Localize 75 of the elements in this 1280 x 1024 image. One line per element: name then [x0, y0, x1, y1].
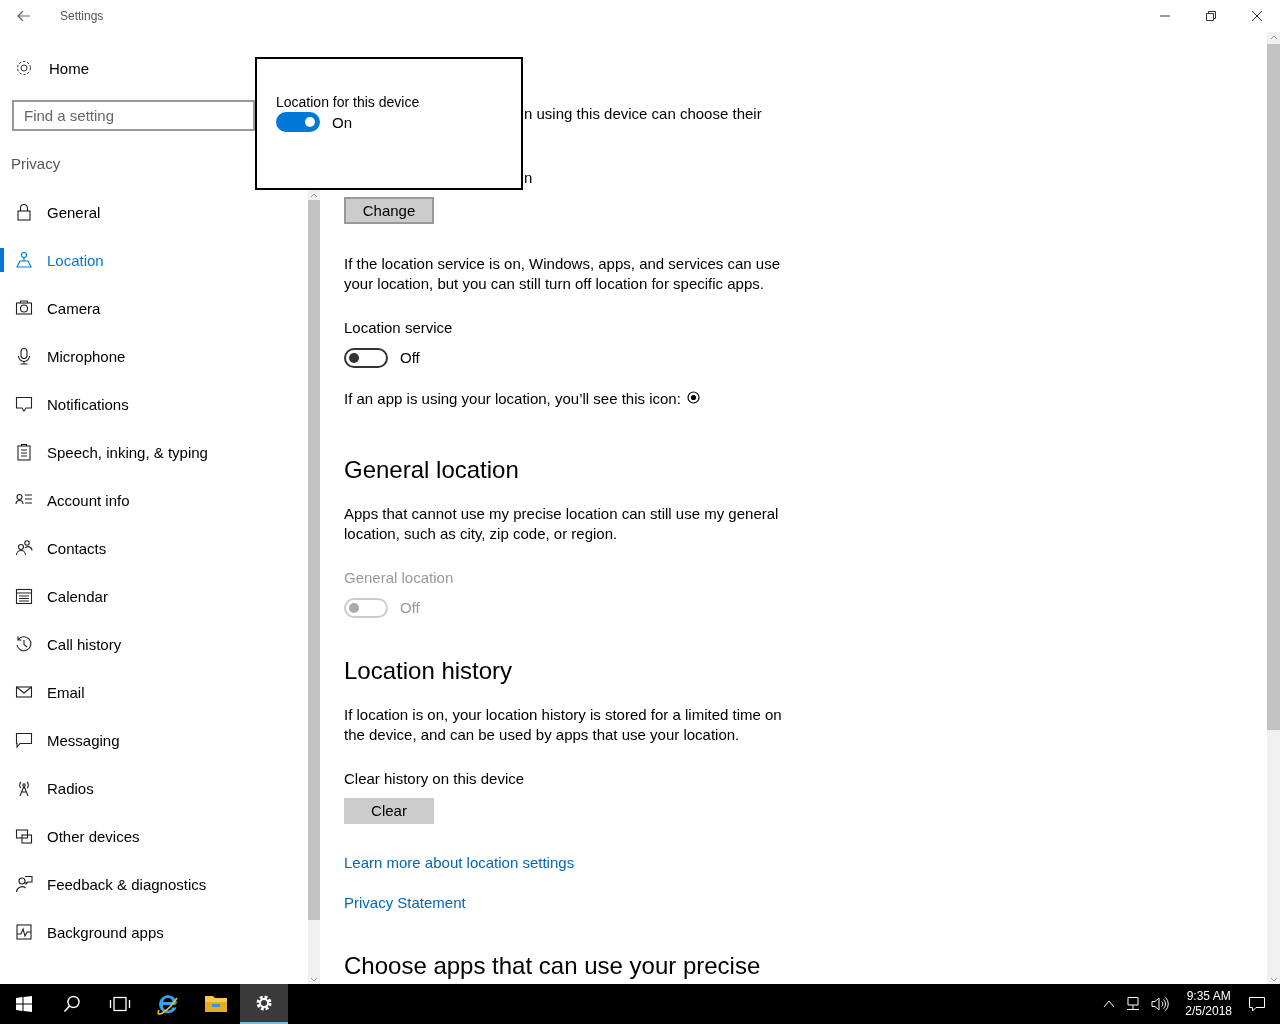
- task-view-icon: [109, 996, 131, 1012]
- description-text: If the location service is on, Windows, apps, and services can use your location, but you can still turn off location for specific apps.: [344, 253, 782, 294]
- clock-time: 9:35 AM: [1186, 989, 1231, 1004]
- location-dot-icon: [686, 390, 700, 404]
- section-label: Privacy: [11, 154, 61, 174]
- setting-label: General location: [344, 567, 454, 588]
- sidebar-item[interactable]: Other devices: [0, 812, 280, 860]
- clock-date: 2/5/2018: [1185, 1004, 1232, 1019]
- toggle-state: On: [332, 113, 352, 131]
- close-icon[interactable]: [1251, 10, 1263, 22]
- setting-label: Clear history on this device: [344, 768, 525, 789]
- section-heading: Location history: [344, 655, 513, 686]
- sidebar-item[interactable]: Background apps: [0, 908, 280, 956]
- toggle-state: Off: [400, 349, 420, 367]
- chart-icon: [15, 923, 33, 941]
- devices-icon: [15, 827, 33, 845]
- notification-icon[interactable]: [1248, 996, 1266, 1012]
- sidebar-item[interactable]: Radios: [0, 764, 280, 812]
- link[interactable]: Privacy Statement: [344, 893, 466, 913]
- toggle-switch[interactable]: [344, 347, 388, 368]
- speech-bubble-icon: [15, 395, 33, 413]
- chat-icon: [15, 731, 33, 749]
- microphone-icon: [15, 347, 33, 365]
- clock-icon: [15, 635, 33, 653]
- browser-e-icon: [156, 992, 180, 1016]
- setting-label: Location service: [344, 317, 453, 338]
- restore-icon[interactable]: [1205, 10, 1217, 22]
- home-link[interactable]: Home: [15, 58, 89, 78]
- sidebar-item[interactable]: Calendar: [0, 572, 280, 620]
- text-fragment: n: [524, 168, 533, 188]
- sidebar-item[interactable]: Microphone: [0, 332, 280, 380]
- change-button[interactable]: Change: [344, 197, 434, 224]
- sidebar-item[interactable]: Notifications: [0, 380, 280, 428]
- link[interactable]: Learn more about location settings: [344, 853, 575, 873]
- description-text: Apps that cannot use my precise location can still use my general location, such as city, zip code, or region.: [344, 503, 780, 544]
- sidebar-item[interactable]: Contacts: [0, 524, 280, 572]
- section-heading: Choose apps that can use your precise: [344, 951, 761, 981]
- sidebar-item[interactable]: Location: [0, 236, 280, 284]
- sidebar-item[interactable]: Speech, inking, & typing: [0, 428, 280, 476]
- people-icon: [15, 539, 33, 557]
- search-icon: [63, 995, 81, 1013]
- sidebar-item[interactable]: Camera: [0, 284, 280, 332]
- windows-logo-icon: [16, 996, 32, 1012]
- sidebar-item[interactable]: Email: [0, 668, 280, 716]
- envelope-icon: [15, 683, 33, 701]
- calendar-icon: [15, 587, 33, 605]
- search-field[interactable]: Find a setting: [12, 100, 255, 131]
- clock[interactable]: 9:35 AM 2/5/2018: [1185, 989, 1232, 1019]
- person-pin-icon: [15, 251, 33, 269]
- setting-label: Location for this device: [276, 93, 421, 112]
- speaker-icon[interactable]: [1151, 996, 1170, 1012]
- gear-icon: [15, 59, 33, 77]
- clear-button[interactable]: Clear: [344, 797, 434, 824]
- toggle-switch[interactable]: [276, 112, 320, 132]
- sidebar-item[interactable]: Account info: [0, 476, 280, 524]
- sidebar-item[interactable]: Messaging: [0, 716, 280, 764]
- sidebar-item[interactable]: Feedback & diagnostics: [0, 860, 280, 908]
- feedback-icon: [15, 875, 33, 893]
- sidebar-item[interactable]: General: [0, 188, 280, 236]
- window-title: Settings: [60, 9, 104, 23]
- gear-icon: [254, 993, 274, 1013]
- clipboard-icon: [15, 443, 33, 461]
- toggle-state: Off: [400, 599, 420, 617]
- text-fragment: n using this device can choose their: [524, 104, 762, 124]
- description-text: If location is on, your location history is stored for a limited time on the device, and can be used by apps that use your location.: [344, 704, 783, 745]
- note-text: If an app is using your location, you’ll see this icon:: [344, 388, 681, 409]
- back-icon[interactable]: [17, 10, 31, 22]
- chevron-up-icon[interactable]: [1103, 1000, 1116, 1008]
- folder-icon: [204, 994, 228, 1014]
- lock-icon: [15, 203, 33, 221]
- camera-icon: [15, 299, 33, 317]
- taskbar-settings-button[interactable]: [240, 984, 288, 1024]
- network-icon[interactable]: [1125, 996, 1142, 1012]
- section-heading: General location: [344, 454, 519, 485]
- sidebar-item[interactable]: Call history: [0, 620, 280, 668]
